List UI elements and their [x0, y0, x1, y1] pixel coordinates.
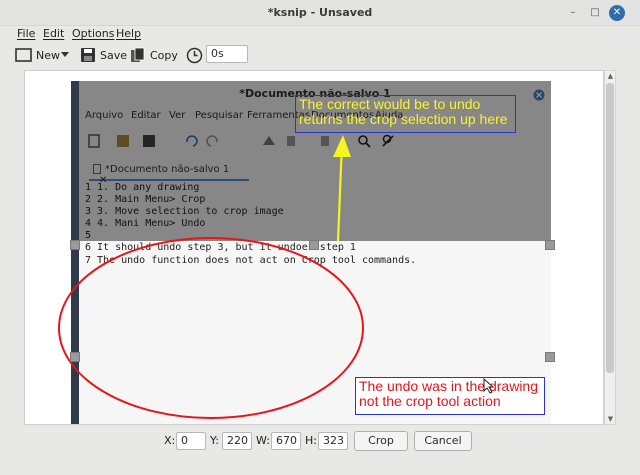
scroll-up-icon[interactable]: ▲: [606, 72, 615, 80]
new-dropdown[interactable]: [61, 45, 73, 65]
menu-bar: File Edit Options Help: [0, 26, 640, 41]
new-capture-icon: [15, 48, 32, 62]
window-title: *ksnip - Unsaved: [267, 6, 373, 19]
save-button[interactable]: Save: [80, 45, 127, 65]
red-ellipse-annotation: [58, 237, 364, 419]
crop-handle-right[interactable]: [545, 352, 555, 362]
toolbar: New Save Copy: [0, 42, 640, 68]
image-canvas[interactable]: *Documento não-salvo 1 Arquivo Editar Ve…: [24, 70, 604, 425]
menu-help[interactable]: Help: [116, 27, 141, 40]
menu-file[interactable]: File: [17, 27, 35, 40]
y-label: Y:: [210, 434, 219, 447]
crop-handle-top[interactable]: [309, 240, 319, 250]
maximize-button[interactable]: □: [587, 5, 603, 21]
mouse-cursor-icon: [483, 378, 495, 394]
scroll-down-icon[interactable]: ▼: [606, 415, 615, 423]
clock-icon: [186, 47, 203, 63]
crop-button[interactable]: Crop: [354, 431, 408, 451]
h-label: H:: [305, 434, 317, 447]
cancel-button[interactable]: Cancel: [414, 431, 472, 451]
crop-panel: X: 0 Y: 220 W: 670 H: 323 Crop Cancel: [0, 428, 640, 475]
height-input[interactable]: 323: [318, 432, 348, 450]
chevron-down-icon: [61, 52, 69, 57]
copy-icon: [131, 47, 145, 62]
w-label: W:: [256, 434, 270, 447]
copy-button-label: Copy: [150, 48, 178, 62]
new-button-label: New: [36, 48, 60, 62]
yellow-note-annotation: The correct would be to undo returns the…: [295, 95, 516, 133]
close-button[interactable]: ✕: [609, 5, 625, 21]
save-button-label: Save: [100, 48, 128, 62]
yellow-arrow-head: [333, 135, 351, 157]
new-button[interactable]: New: [15, 45, 60, 65]
menu-options[interactable]: Options: [72, 27, 114, 40]
x-label: X:: [164, 434, 176, 447]
title-bar: *ksnip - Unsaved – □ ✕: [0, 0, 640, 26]
red-note-annotation: The undo was in the drawing not the crop…: [355, 377, 545, 415]
x-input[interactable]: 0: [176, 432, 206, 450]
width-input[interactable]: 670: [271, 432, 301, 450]
delay-clock: [186, 45, 207, 65]
scroll-thumb[interactable]: [606, 83, 614, 373]
crop-handle-top-right[interactable]: [545, 240, 555, 250]
copy-button[interactable]: Copy: [130, 45, 178, 65]
y-input[interactable]: 220: [222, 432, 252, 450]
crop-handle-left[interactable]: [70, 352, 80, 362]
minimize-button[interactable]: –: [565, 5, 581, 21]
delay-spinbox[interactable]: 0s: [206, 45, 248, 63]
yellow-arrow-shaft: [336, 142, 344, 242]
save-icon: [81, 48, 95, 62]
menu-edit[interactable]: Edit: [43, 27, 64, 40]
vertical-scrollbar[interactable]: ▲ ▼: [604, 70, 616, 425]
crop-handle-top-left[interactable]: [70, 240, 80, 250]
